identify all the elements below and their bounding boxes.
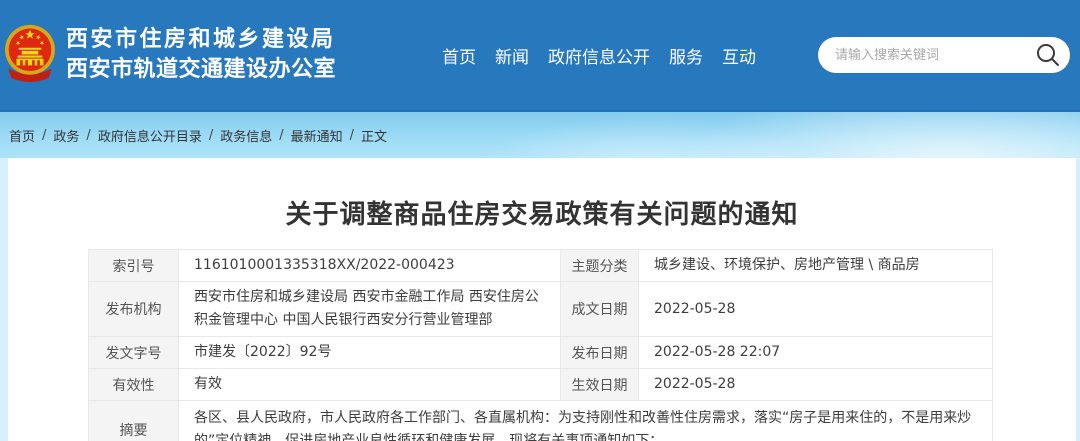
breadcrumb-bar: 首页 / 政务 / 政府信息公开目录 / 政务信息 / 最新通知 / 正文: [0, 112, 1080, 158]
search-box: [818, 37, 1070, 73]
nav-item-home[interactable]: 首页: [442, 43, 476, 68]
meta-label-publish-date: 发布日期: [561, 337, 639, 369]
meta-value-validity: 有效: [179, 369, 561, 401]
meta-value-effective-date: 2022-05-28: [639, 369, 993, 401]
meta-value-publish-date: 2022-05-28 22:07: [639, 337, 993, 369]
breadcrumb-item-zhengwu[interactable]: 政务: [53, 126, 79, 145]
breadcrumb-separator: /: [42, 128, 46, 143]
meta-label-index-no: 索引号: [89, 250, 179, 282]
meta-value-summary: 各区、县人民政府，市人民政府各工作部门、各直属机构：为支持刚性和改善性住房需求，…: [179, 401, 993, 441]
breadcrumb-separator: /: [279, 128, 283, 143]
meta-label-summary: 摘要: [89, 401, 179, 441]
content-panel: 关于调整商品住房交易政策有关问题的通知 索引号 1161010001335318…: [8, 158, 1076, 441]
nav-item-interact[interactable]: 互动: [722, 43, 756, 68]
meta-value-topic: 城乡建设、环境保护、房地产管理 \ 商品房: [639, 250, 993, 282]
site-title: 西安市住房和城乡建设局 西安市轨道交通建设办公室: [66, 25, 336, 85]
table-row: 发布机构 西安市住房和城乡建设局 西安市金融工作局 西安住房公积金管理中心 中国…: [89, 282, 993, 337]
nav-item-services[interactable]: 服务: [669, 43, 703, 68]
org-name-line2: 西安市轨道交通建设办公室: [66, 55, 336, 85]
document-title: 关于调整商品住房交易政策有关问题的通知: [8, 194, 1076, 231]
breadcrumb-item-current: 正文: [361, 126, 387, 145]
breadcrumb-separator: /: [86, 128, 90, 143]
meta-label-issuer: 发布机构: [89, 282, 179, 337]
search-button[interactable]: [1034, 41, 1062, 69]
meta-label-validity: 有效性: [89, 369, 179, 401]
site-logo[interactable]: 西安市住房和城乡建设局 西安市轨道交通建设办公室: [8, 22, 336, 88]
main-nav: 首页 新闻 政府信息公开 服务 互动: [442, 43, 756, 68]
breadcrumb-item-home[interactable]: 首页: [9, 126, 35, 145]
search-icon: [1034, 41, 1062, 69]
meta-value-written-date: 2022-05-28: [639, 282, 993, 337]
table-row: 摘要 各区、县人民政府，市人民政府各工作部门、各直属机构：为支持刚性和改善性住房…: [89, 401, 993, 441]
breadcrumb: 首页 / 政务 / 政府信息公开目录 / 政务信息 / 最新通知 / 正文: [9, 126, 387, 145]
table-row: 有效性 有效 生效日期 2022-05-28: [89, 369, 993, 401]
nav-item-gov-info[interactable]: 政府信息公开: [548, 43, 650, 68]
site-header: 西安市住房和城乡建设局 西安市轨道交通建设办公室 首页 新闻 政府信息公开 服务…: [0, 0, 1080, 112]
breadcrumb-separator: /: [209, 128, 213, 143]
meta-label-doc-no: 发文字号: [89, 337, 179, 369]
meta-value-doc-no: 市建发〔2022〕92号: [179, 337, 561, 369]
org-name-line1: 西安市住房和城乡建设局: [66, 25, 336, 55]
document-meta-table: 索引号 1161010001335318XX/2022-000423 主题分类 …: [88, 249, 993, 441]
breadcrumb-item-info-catalog[interactable]: 政府信息公开目录: [98, 126, 202, 145]
table-row: 索引号 1161010001335318XX/2022-000423 主题分类 …: [89, 250, 993, 282]
national-emblem-icon: [4, 22, 56, 88]
breadcrumb-separator: /: [350, 128, 354, 143]
breadcrumb-item-latest-notice[interactable]: 最新通知: [291, 126, 343, 145]
meta-value-index-no: 1161010001335318XX/2022-000423: [179, 250, 561, 282]
meta-label-effective-date: 生效日期: [561, 369, 639, 401]
meta-value-issuer: 西安市住房和城乡建设局 西安市金融工作局 西安住房公积金管理中心 中国人民银行西…: [179, 282, 561, 337]
nav-item-news[interactable]: 新闻: [495, 43, 529, 68]
search-input[interactable]: [818, 37, 1070, 73]
breadcrumb-item-zhengwu-info[interactable]: 政务信息: [220, 126, 272, 145]
table-row: 发文字号 市建发〔2022〕92号 发布日期 2022-05-28 22:07: [89, 337, 993, 369]
meta-label-written-date: 成文日期: [561, 282, 639, 337]
meta-label-topic: 主题分类: [561, 250, 639, 282]
